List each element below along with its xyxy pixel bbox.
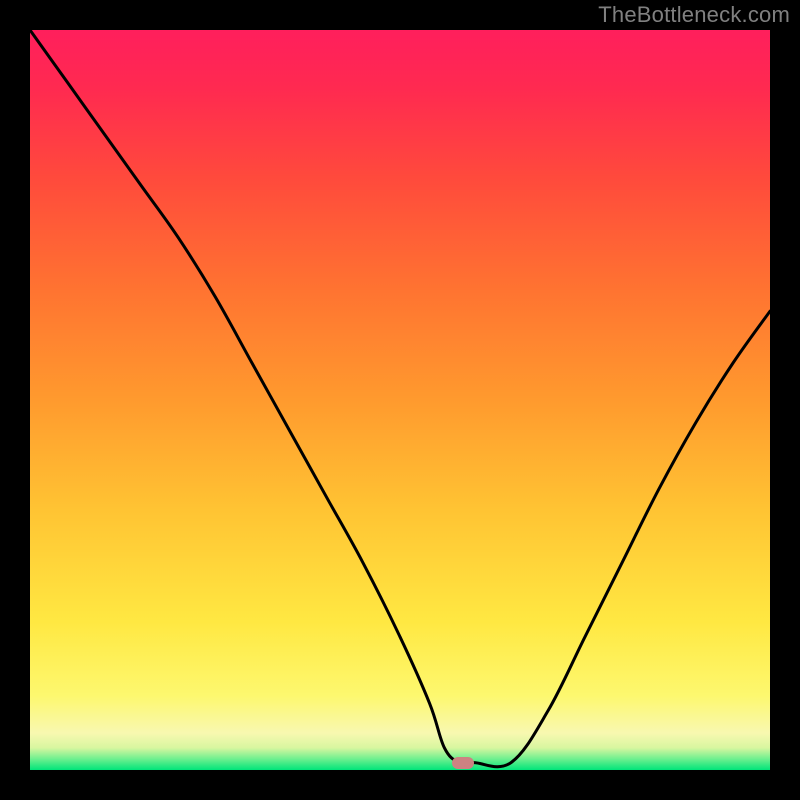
optimal-point-marker bbox=[452, 757, 474, 769]
chart-svg bbox=[30, 30, 770, 770]
plot-area bbox=[30, 30, 770, 770]
watermark-text: TheBottleneck.com bbox=[598, 2, 790, 28]
gradient-background bbox=[30, 30, 770, 770]
chart-frame: TheBottleneck.com bbox=[0, 0, 800, 800]
